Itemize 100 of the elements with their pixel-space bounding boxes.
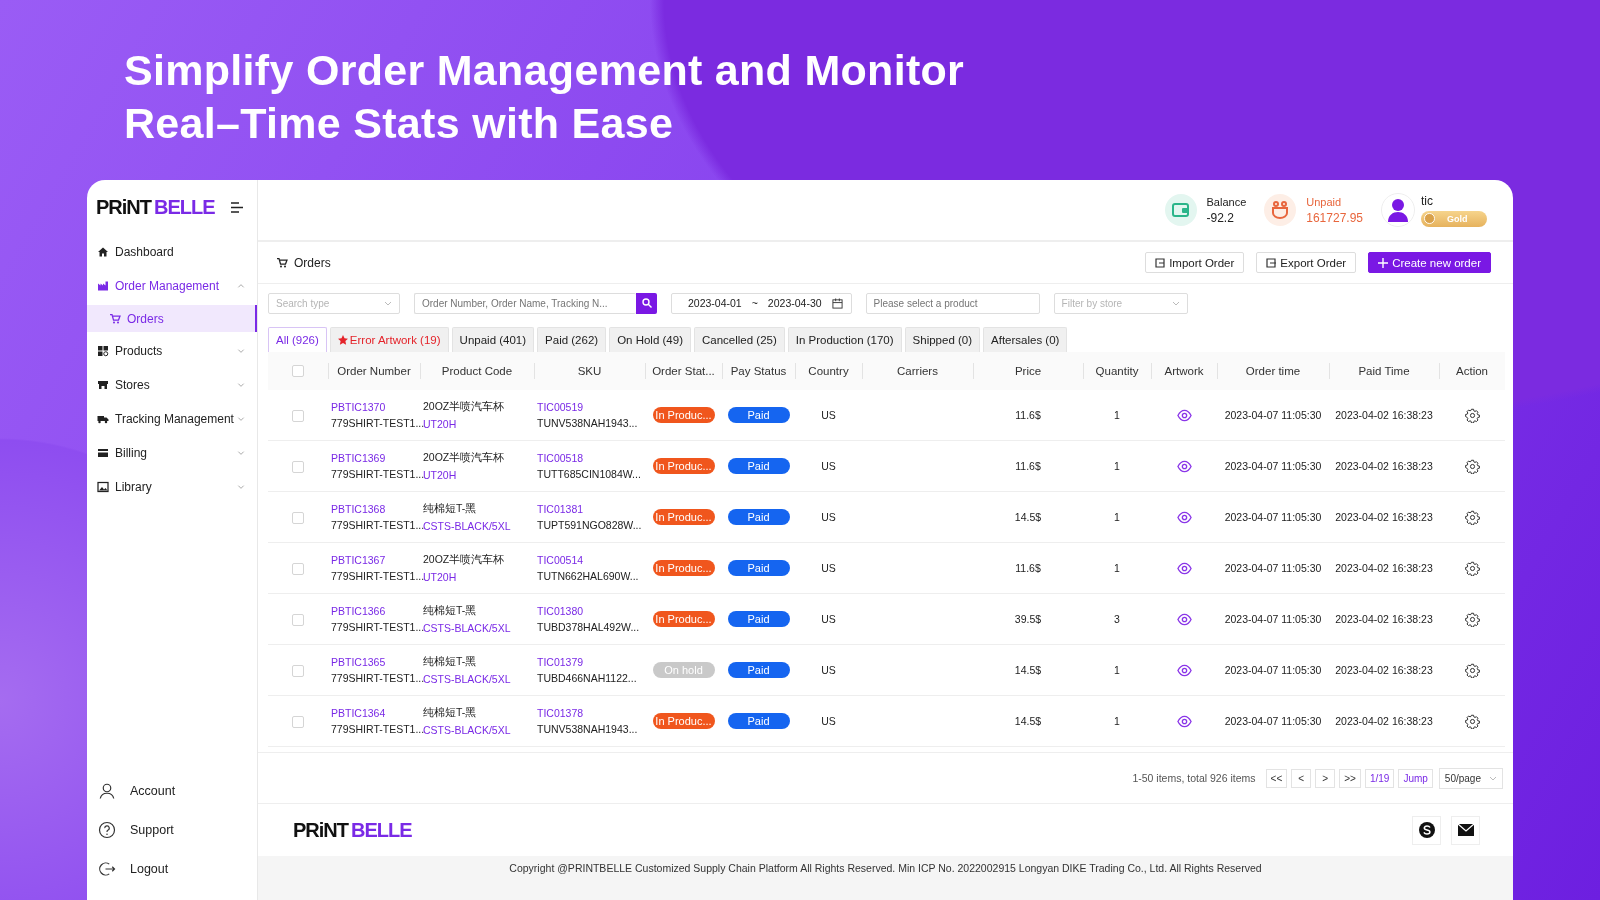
table-text: 2023-04-07 11:05:30: [1224, 409, 1322, 421]
nav-item[interactable]: Order Management: [87, 269, 257, 303]
link[interactable]: PBTIC1369: [331, 452, 386, 464]
nav-item[interactable]: Dashboard: [87, 235, 257, 269]
checkbox[interactable]: [292, 365, 304, 378]
link[interactable]: PBTIC1370: [331, 401, 386, 413]
truck-icon: [97, 413, 109, 425]
link[interactable]: PBTIC1365: [331, 656, 386, 668]
headline: Simplify Order Management and Monitor: [124, 45, 965, 96]
page-nav-button[interactable]: <: [1291, 768, 1312, 788]
eye-icon[interactable]: [1176, 662, 1192, 678]
table-text: 2023-04-07 11:05:30: [1224, 613, 1322, 625]
link[interactable]: TIC01380: [537, 605, 584, 617]
checkbox[interactable]: [292, 460, 304, 473]
tab[interactable]: Shipped (0): [904, 327, 981, 352]
link[interactable]: CSTS-BLACK/5XL: [423, 673, 511, 685]
checkbox[interactable]: [292, 715, 304, 728]
nav-item[interactable]: Account: [87, 771, 257, 810]
link[interactable]: UT20H: [423, 571, 457, 583]
factory-icon: [97, 280, 109, 292]
link[interactable]: TIC00514: [537, 554, 584, 566]
cart-icon: [109, 312, 121, 325]
settings-icon[interactable]: [1464, 662, 1480, 678]
tab[interactable]: Paid (262): [537, 327, 607, 352]
nav-subitem[interactable]: Orders: [87, 305, 257, 332]
link[interactable]: PBTIC1368: [331, 503, 386, 515]
product-field[interactable]: Please select a product: [865, 292, 1040, 314]
checkbox[interactable]: [292, 664, 304, 677]
checkbox[interactable]: [292, 613, 304, 626]
tab[interactable]: All (926): [268, 327, 327, 352]
nav-item[interactable]: Products: [87, 334, 257, 368]
eye-icon[interactable]: [1176, 407, 1192, 423]
page-nav-button[interactable]: <<: [1265, 768, 1288, 788]
link[interactable]: PBTIC1366: [331, 605, 386, 617]
avatar-icon[interactable]: [1381, 193, 1415, 227]
link[interactable]: TIC01381: [537, 503, 584, 515]
link[interactable]: PBTIC1367: [331, 554, 386, 566]
tab[interactable]: In Production (170): [787, 327, 902, 352]
link[interactable]: CSTS-BLACK/5XL: [423, 622, 511, 634]
nav-item[interactable]: Billing: [87, 436, 257, 470]
date-range-field[interactable]: 2023-04-01 ~ 2023-04-30: [671, 292, 852, 314]
link[interactable]: TIC01378: [537, 707, 584, 719]
link[interactable]: TIC00519: [537, 401, 584, 413]
table-text: US: [821, 409, 836, 421]
action-button[interactable]: Export Order: [1256, 252, 1357, 273]
page-nav-button[interactable]: >: [1315, 768, 1336, 788]
link[interactable]: UT20H: [423, 469, 457, 481]
nav-label: Dashboard: [115, 245, 175, 259]
search-field[interactable]: Order Number, Order Name, Tracking N...: [414, 292, 636, 314]
search-button[interactable]: [636, 292, 657, 314]
nav-item[interactable]: Support: [87, 810, 257, 849]
chevron-down-icon: [237, 449, 245, 457]
link[interactable]: PBTIC1364: [331, 707, 386, 719]
nav-item[interactable]: Tracking Management: [87, 402, 257, 436]
page-size-select[interactable]: 50/page: [1438, 767, 1503, 789]
link[interactable]: CSTS-BLACK/5XL: [423, 724, 511, 736]
email-button[interactable]: [1451, 815, 1480, 845]
settings-icon[interactable]: [1464, 458, 1480, 474]
jump-button[interactable]: Jump: [1398, 768, 1433, 788]
settings-icon[interactable]: [1464, 560, 1480, 576]
column-header: Quantity: [1095, 365, 1139, 377]
status-pill: Paid: [727, 560, 790, 576]
settings-icon[interactable]: [1464, 713, 1480, 729]
table-text: 2023-04-02 16:38:23: [1335, 511, 1433, 523]
wallet-icon: [1164, 194, 1197, 226]
eye-icon[interactable]: [1176, 509, 1192, 525]
table-text: 779SHIRT-TEST1...: [331, 519, 425, 531]
eye-icon[interactable]: [1176, 713, 1192, 729]
tab[interactable]: Cancelled (25): [693, 327, 785, 352]
checkbox[interactable]: [292, 409, 304, 422]
checkbox[interactable]: [292, 562, 304, 575]
page-number[interactable]: 1/19: [1364, 768, 1395, 788]
skype-button[interactable]: [1412, 815, 1441, 845]
help-icon: [98, 820, 116, 839]
link[interactable]: UT20H: [423, 418, 457, 430]
tab[interactable]: Error Artwork (19): [329, 327, 449, 352]
page-title: Orders: [294, 255, 331, 270]
settings-icon[interactable]: [1464, 407, 1480, 423]
link[interactable]: TIC00518: [537, 452, 584, 464]
page-nav-button[interactable]: >>: [1339, 768, 1361, 788]
settings-icon[interactable]: [1464, 611, 1480, 627]
checkbox[interactable]: [292, 511, 304, 524]
status-pill: In Produc...: [652, 560, 715, 576]
nav-item[interactable]: Logout: [87, 849, 257, 888]
link[interactable]: TIC01379: [537, 656, 584, 668]
nav-item[interactable]: Stores: [87, 368, 257, 402]
nav-item[interactable]: Library: [87, 470, 257, 504]
tab[interactable]: On Hold (49): [609, 327, 691, 352]
tab[interactable]: Unpaid (401): [451, 327, 535, 352]
action-button[interactable]: Import Order: [1145, 252, 1245, 273]
create-button[interactable]: Create new order: [1368, 252, 1491, 273]
tab[interactable]: Aftersales (0): [983, 327, 1068, 352]
pot-icon: [1264, 194, 1297, 226]
link[interactable]: CSTS-BLACK/5XL: [423, 520, 511, 532]
menu-icon[interactable]: [231, 202, 243, 213]
settings-icon[interactable]: [1464, 509, 1480, 525]
eye-icon[interactable]: [1176, 560, 1192, 576]
eye-icon[interactable]: [1176, 458, 1192, 474]
eye-icon[interactable]: [1176, 611, 1192, 627]
table-text: TUTN662HAL690W...: [537, 570, 639, 582]
